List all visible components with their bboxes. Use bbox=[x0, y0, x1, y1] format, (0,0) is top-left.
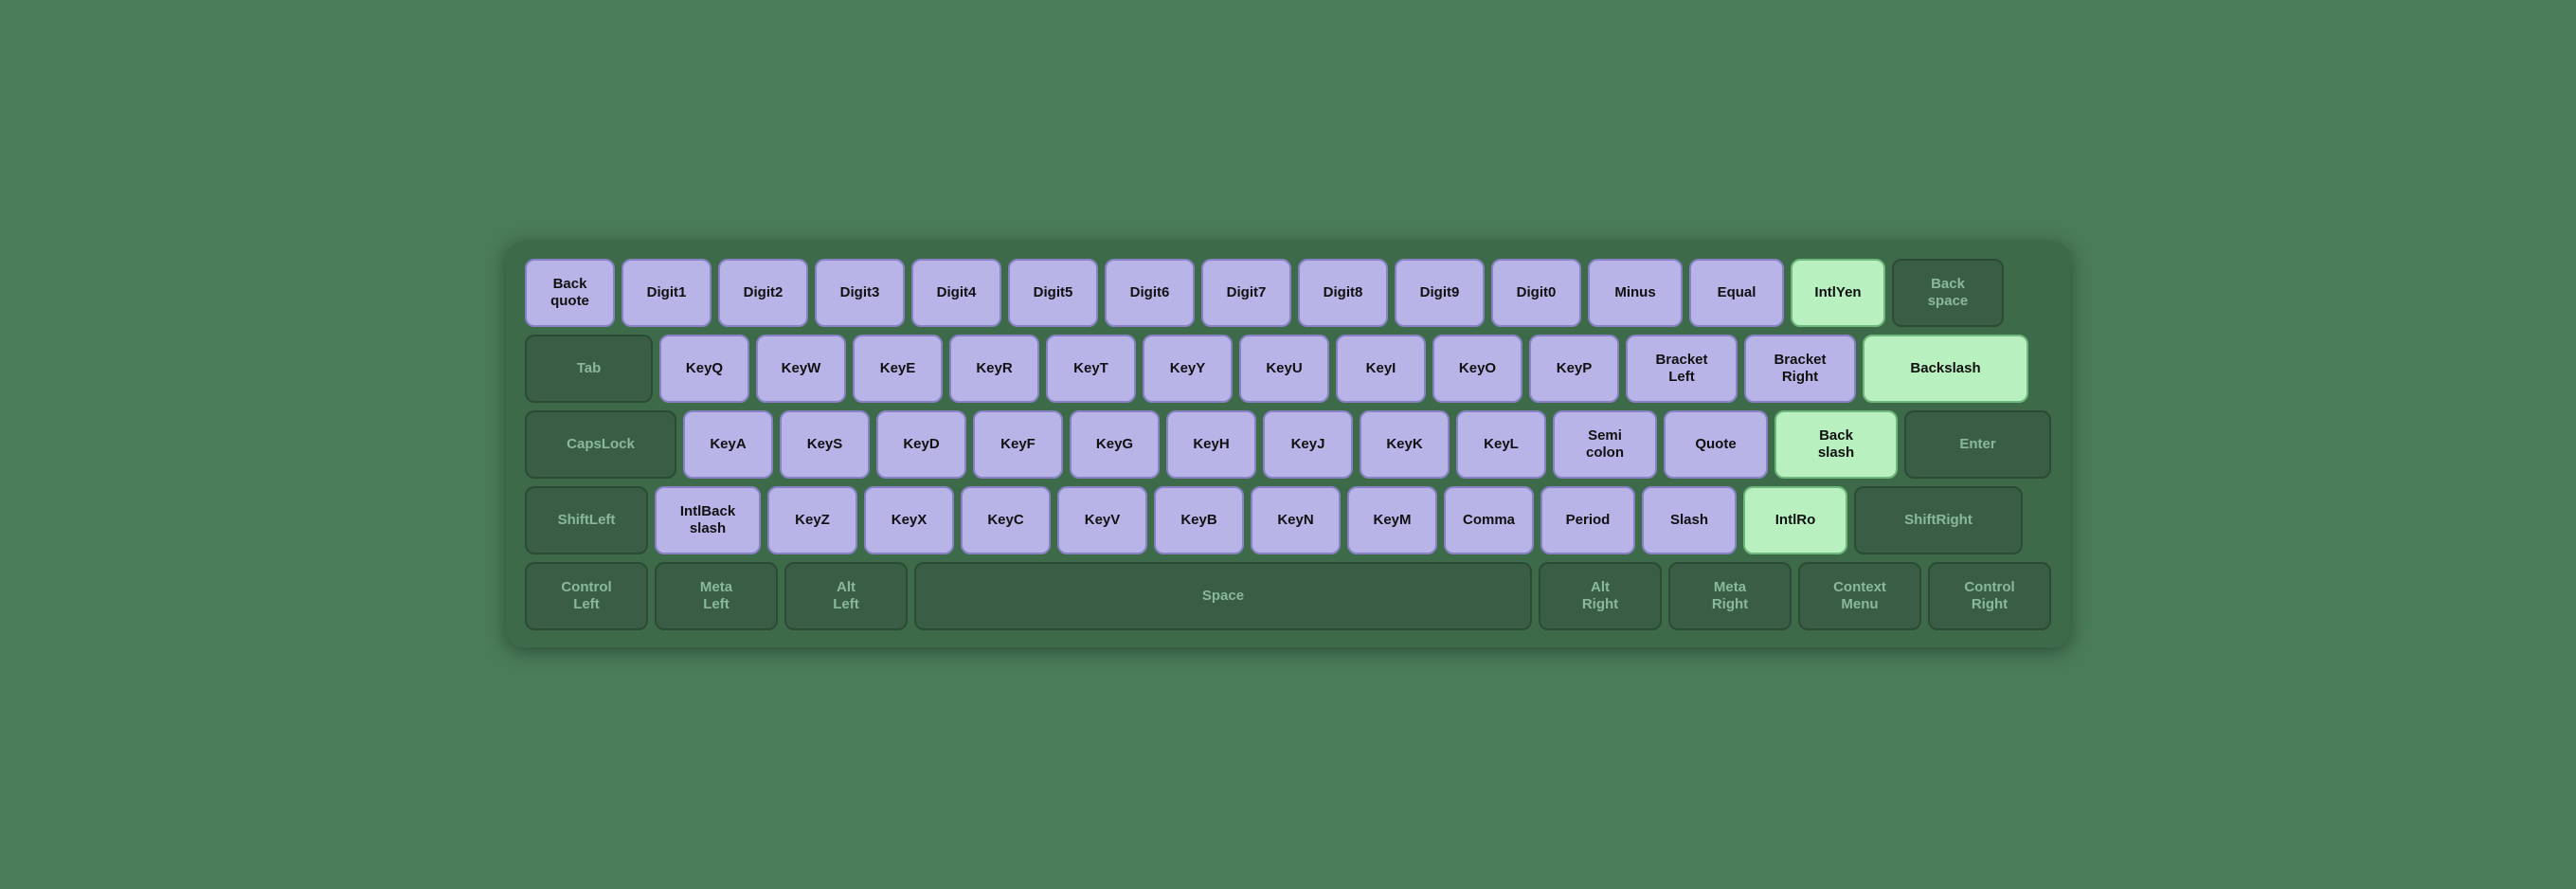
key-keyq[interactable]: KeyQ bbox=[659, 335, 749, 403]
key-tab[interactable]: Tab bbox=[525, 335, 653, 403]
key-digit3[interactable]: Digit3 bbox=[815, 259, 905, 327]
keyboard-row-row2: TabKeyQKeyWKeyEKeyRKeyTKeyYKeyUKeyIKeyOK… bbox=[525, 335, 2051, 403]
key-keyx[interactable]: KeyX bbox=[864, 486, 954, 554]
keyboard: Back quoteDigit1Digit2Digit3Digit4Digit5… bbox=[506, 242, 2070, 647]
key-keyb[interactable]: KeyB bbox=[1154, 486, 1244, 554]
key-altright[interactable]: Alt Right bbox=[1539, 562, 1662, 630]
key-intlyen[interactable]: IntlYen bbox=[1791, 259, 1885, 327]
key-keyv[interactable]: KeyV bbox=[1057, 486, 1147, 554]
key-digit0[interactable]: Digit0 bbox=[1491, 259, 1581, 327]
key-digit5[interactable]: Digit5 bbox=[1008, 259, 1098, 327]
key-digit4[interactable]: Digit4 bbox=[911, 259, 1001, 327]
key-keyn[interactable]: KeyN bbox=[1251, 486, 1341, 554]
key-intlbackslash[interactable]: IntlBack slash bbox=[655, 486, 761, 554]
key-semicolon[interactable]: Semi colon bbox=[1553, 410, 1657, 479]
key-keyw[interactable]: KeyW bbox=[756, 335, 846, 403]
key-keyh[interactable]: KeyH bbox=[1166, 410, 1256, 479]
key-shiftright[interactable]: ShiftRight bbox=[1854, 486, 2023, 554]
key-equal[interactable]: Equal bbox=[1689, 259, 1784, 327]
key-backspace[interactable]: Back space bbox=[1892, 259, 2004, 327]
key-altleft[interactable]: Alt Left bbox=[784, 562, 908, 630]
key-digit2[interactable]: Digit2 bbox=[718, 259, 808, 327]
key-metaleft[interactable]: Meta Left bbox=[655, 562, 778, 630]
key-keys[interactable]: KeyS bbox=[780, 410, 870, 479]
key-space[interactable]: Space bbox=[914, 562, 1532, 630]
key-keye[interactable]: KeyE bbox=[853, 335, 943, 403]
key-comma[interactable]: Comma bbox=[1444, 486, 1534, 554]
key-period[interactable]: Period bbox=[1540, 486, 1635, 554]
key-bracketright[interactable]: Bracket Right bbox=[1744, 335, 1856, 403]
key-keyu[interactable]: KeyU bbox=[1239, 335, 1329, 403]
key-keyo[interactable]: KeyO bbox=[1432, 335, 1522, 403]
key-quote[interactable]: Quote bbox=[1664, 410, 1768, 479]
key-keyc[interactable]: KeyC bbox=[961, 486, 1051, 554]
key-metaright[interactable]: Meta Right bbox=[1668, 562, 1792, 630]
key-keyj[interactable]: KeyJ bbox=[1263, 410, 1353, 479]
key-keya[interactable]: KeyA bbox=[683, 410, 773, 479]
key-keyd[interactable]: KeyD bbox=[876, 410, 966, 479]
key-keyi[interactable]: KeyI bbox=[1336, 335, 1426, 403]
key-digit1[interactable]: Digit1 bbox=[621, 259, 712, 327]
key-keyz[interactable]: KeyZ bbox=[767, 486, 857, 554]
key-keyl[interactable]: KeyL bbox=[1456, 410, 1546, 479]
keyboard-row-row5: Control LeftMeta LeftAlt LeftSpaceAlt Ri… bbox=[525, 562, 2051, 630]
key-controlright[interactable]: Control Right bbox=[1928, 562, 2051, 630]
key-digit7[interactable]: Digit7 bbox=[1201, 259, 1291, 327]
key-keyg[interactable]: KeyG bbox=[1070, 410, 1160, 479]
key-digit6[interactable]: Digit6 bbox=[1105, 259, 1195, 327]
key-intlro[interactable]: IntlRo bbox=[1743, 486, 1847, 554]
key-keyt[interactable]: KeyT bbox=[1046, 335, 1136, 403]
key-slash[interactable]: Slash bbox=[1642, 486, 1737, 554]
key-controlleft[interactable]: Control Left bbox=[525, 562, 648, 630]
key-backquote[interactable]: Back quote bbox=[525, 259, 615, 327]
key-capslock[interactable]: CapsLock bbox=[525, 410, 676, 479]
key-keyp[interactable]: KeyP bbox=[1529, 335, 1619, 403]
key-contextmenu[interactable]: Context Menu bbox=[1798, 562, 1921, 630]
keyboard-row-row4: ShiftLeftIntlBack slashKeyZKeyXKeyCKeyVK… bbox=[525, 486, 2051, 554]
key-digit9[interactable]: Digit9 bbox=[1395, 259, 1485, 327]
key-digit8[interactable]: Digit8 bbox=[1298, 259, 1388, 327]
key-backslash[interactable]: Backslash bbox=[1863, 335, 2028, 403]
key-intlbackslash2[interactable]: Back slash bbox=[1774, 410, 1898, 479]
key-keym[interactable]: KeyM bbox=[1347, 486, 1437, 554]
key-bracketleft[interactable]: Bracket Left bbox=[1626, 335, 1738, 403]
key-keyr[interactable]: KeyR bbox=[949, 335, 1039, 403]
key-keyf[interactable]: KeyF bbox=[973, 410, 1063, 479]
key-keyy[interactable]: KeyY bbox=[1143, 335, 1233, 403]
key-shiftleft[interactable]: ShiftLeft bbox=[525, 486, 648, 554]
keyboard-row-row3: CapsLockKeyAKeySKeyDKeyFKeyGKeyHKeyJKeyK… bbox=[525, 410, 2051, 479]
key-keyk[interactable]: KeyK bbox=[1360, 410, 1450, 479]
keyboard-row-row1: Back quoteDigit1Digit2Digit3Digit4Digit5… bbox=[525, 259, 2051, 327]
key-minus[interactable]: Minus bbox=[1588, 259, 1683, 327]
key-enter[interactable]: Enter bbox=[1904, 410, 2051, 479]
